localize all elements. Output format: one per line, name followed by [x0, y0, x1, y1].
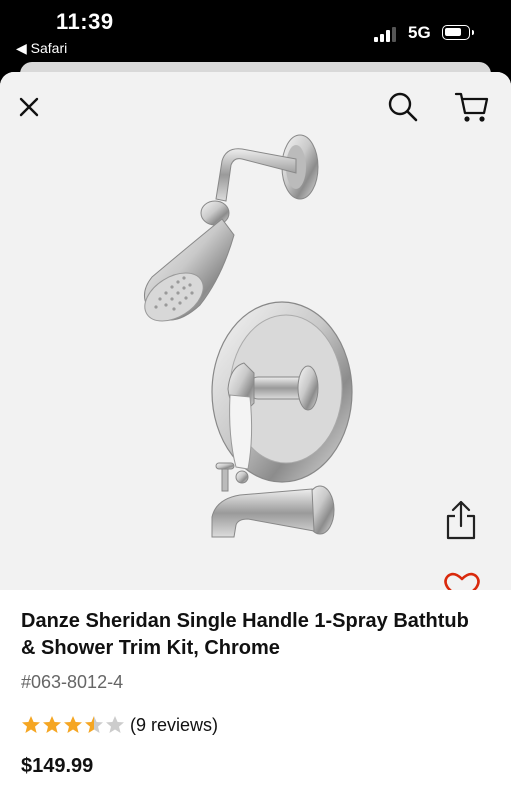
status-bar: 11:39 ◀ Safari 5G: [0, 0, 511, 62]
reviews-link[interactable]: (9 reviews): [130, 715, 218, 736]
star-icon: [85, 716, 103, 733]
favorite-button[interactable]: [440, 566, 484, 590]
rating-stars: [21, 715, 125, 735]
star-icon: [22, 716, 40, 733]
star-icon: [64, 716, 82, 733]
product-price: $149.99: [21, 755, 94, 777]
share-icon: [446, 500, 476, 540]
close-button[interactable]: [12, 90, 46, 124]
cart-icon: [454, 92, 489, 122]
signal-strength-icon: [374, 26, 400, 42]
close-icon: [19, 97, 39, 117]
signal-bar: [392, 27, 396, 42]
product-rating[interactable]: (9 reviews): [21, 713, 218, 737]
signal-bar: [374, 37, 378, 42]
star-icon: [43, 716, 61, 733]
product-image: [144, 134, 353, 538]
search-button[interactable]: [384, 88, 422, 126]
signal-bar: [380, 34, 384, 42]
product-image-area[interactable]: [0, 72, 511, 590]
network-type: 5G: [408, 23, 431, 42]
star-icon: [106, 716, 124, 733]
product-title: Danze Sheridan Single Handle 1-Spray Bat…: [21, 610, 469, 659]
product-sheet: Danze Sheridan Single Handle 1-Spray Bat…: [0, 72, 511, 800]
share-button[interactable]: [440, 497, 482, 543]
heart-icon: [444, 572, 480, 590]
back-to-safari-link[interactable]: ◀ Safari: [16, 40, 67, 57]
battery-level: [445, 28, 461, 36]
product-details: Danze Sheridan Single Handle 1-Spray Bat…: [0, 590, 511, 800]
product-sku: #063-8012-4: [21, 672, 124, 692]
status-time: 11:39: [56, 9, 114, 34]
battery-icon: [442, 25, 474, 40]
cart-button[interactable]: [452, 88, 492, 126]
signal-bar: [386, 30, 390, 42]
search-icon: [388, 92, 418, 122]
